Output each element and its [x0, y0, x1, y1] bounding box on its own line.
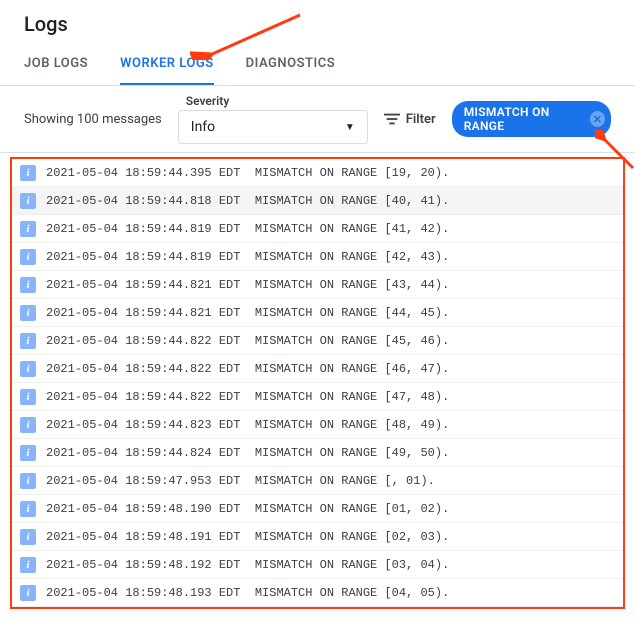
log-text: 2021-05-04 18:59:48.193 EDT MISMATCH ON …: [46, 586, 449, 600]
log-text: 2021-05-04 18:59:44.819 EDT MISMATCH ON …: [46, 222, 449, 236]
showing-count: Showing 100 messages: [24, 112, 162, 127]
log-row[interactable]: i 2021-05-04 18:59:48.191 EDT MISMATCH ON…: [12, 523, 623, 551]
log-row[interactable]: i 2021-05-04 18:59:44.395 EDT MISMATCH ON…: [12, 159, 623, 187]
log-row[interactable]: i 2021-05-04 18:59:47.953 EDT MISMATCH ON…: [12, 467, 623, 495]
log-text: 2021-05-04 18:59:48.191 EDT MISMATCH ON …: [46, 530, 449, 544]
tab-job-logs[interactable]: JOB LOGS: [24, 44, 88, 85]
close-icon[interactable]: ✕: [590, 111, 605, 127]
info-icon: i: [20, 277, 36, 293]
severity-select[interactable]: Info ▼: [178, 110, 368, 144]
info-icon: i: [20, 445, 36, 461]
log-row[interactable]: i 2021-05-04 18:59:44.824 EDT MISMATCH ON…: [12, 439, 623, 467]
info-icon: i: [20, 501, 36, 517]
filter-button[interactable]: Filter: [384, 112, 436, 127]
log-text: 2021-05-04 18:59:44.823 EDT MISMATCH ON …: [46, 418, 449, 432]
log-text: 2021-05-04 18:59:44.819 EDT MISMATCH ON …: [46, 250, 449, 264]
log-text: 2021-05-04 18:59:44.824 EDT MISMATCH ON …: [46, 446, 449, 460]
log-row[interactable]: i 2021-05-04 18:59:44.821 EDT MISMATCH ON…: [12, 299, 623, 327]
log-text: 2021-05-04 18:59:48.190 EDT MISMATCH ON …: [46, 502, 449, 516]
info-icon: i: [20, 165, 36, 181]
info-icon: i: [20, 557, 36, 573]
log-text: 2021-05-04 18:59:44.822 EDT MISMATCH ON …: [46, 334, 449, 348]
info-icon: i: [20, 361, 36, 377]
tabs: JOB LOGS WORKER LOGS DIAGNOSTICS: [0, 44, 635, 86]
log-text: 2021-05-04 18:59:44.822 EDT MISMATCH ON …: [46, 362, 449, 376]
log-row[interactable]: i 2021-05-04 18:59:44.819 EDT MISMATCH ON…: [12, 243, 623, 271]
log-text: 2021-05-04 18:59:47.953 EDT MISMATCH ON …: [46, 474, 435, 488]
filter-label: Filter: [406, 112, 436, 127]
log-text: 2021-05-04 18:59:44.818 EDT MISMATCH ON …: [46, 194, 449, 208]
log-row[interactable]: i 2021-05-04 18:59:44.821 EDT MISMATCH ON…: [12, 271, 623, 299]
tab-diagnostics[interactable]: DIAGNOSTICS: [246, 44, 336, 85]
severity-group: Severity Info ▼: [178, 94, 368, 144]
tab-worker-logs[interactable]: WORKER LOGS: [120, 44, 214, 85]
log-row[interactable]: i 2021-05-04 18:59:44.818 EDT MISMATCH ON…: [12, 187, 623, 215]
info-icon: i: [20, 249, 36, 265]
log-text: 2021-05-04 18:59:44.822 EDT MISMATCH ON …: [46, 390, 449, 404]
info-icon: i: [20, 585, 36, 601]
filter-icon: [384, 113, 400, 125]
info-icon: i: [20, 333, 36, 349]
info-icon: i: [20, 473, 36, 489]
filter-chip[interactable]: MISMATCH ON RANGE ✕: [452, 101, 611, 137]
controls-bar: Showing 100 messages Severity Info ▼ Fil…: [0, 86, 635, 153]
dropdown-arrow-icon: ▼: [345, 122, 355, 133]
log-row[interactable]: i 2021-05-04 18:59:48.190 EDT MISMATCH ON…: [12, 495, 623, 523]
info-icon: i: [20, 417, 36, 433]
log-text: 2021-05-04 18:59:44.395 EDT MISMATCH ON …: [46, 166, 449, 180]
info-icon: i: [20, 389, 36, 405]
log-list: i 2021-05-04 18:59:44.395 EDT MISMATCH ON…: [10, 157, 625, 609]
log-row[interactable]: i 2021-05-04 18:59:44.823 EDT MISMATCH ON…: [12, 411, 623, 439]
severity-label: Severity: [186, 94, 368, 108]
page-title: Logs: [0, 0, 635, 44]
log-row[interactable]: i 2021-05-04 18:59:48.193 EDT MISMATCH ON…: [12, 579, 623, 607]
log-text: 2021-05-04 18:59:48.192 EDT MISMATCH ON …: [46, 558, 449, 572]
log-row[interactable]: i 2021-05-04 18:59:48.192 EDT MISMATCH ON…: [12, 551, 623, 579]
log-row[interactable]: i 2021-05-04 18:59:44.819 EDT MISMATCH ON…: [12, 215, 623, 243]
info-icon: i: [20, 305, 36, 321]
log-text: 2021-05-04 18:59:44.821 EDT MISMATCH ON …: [46, 306, 449, 320]
severity-value: Info: [191, 119, 215, 135]
log-text: 2021-05-04 18:59:44.821 EDT MISMATCH ON …: [46, 278, 449, 292]
filter-chip-label: MISMATCH ON RANGE: [464, 105, 584, 133]
log-row[interactable]: i 2021-05-04 18:59:44.822 EDT MISMATCH ON…: [12, 355, 623, 383]
info-icon: i: [20, 529, 36, 545]
log-row[interactable]: i 2021-05-04 18:59:44.822 EDT MISMATCH ON…: [12, 383, 623, 411]
log-row[interactable]: i 2021-05-04 18:59:44.822 EDT MISMATCH ON…: [12, 327, 623, 355]
info-icon: i: [20, 221, 36, 237]
info-icon: i: [20, 193, 36, 209]
